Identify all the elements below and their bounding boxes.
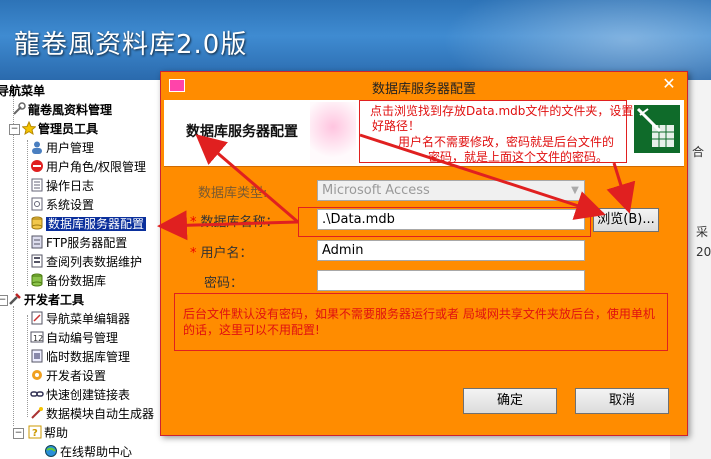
number-icon: 12 <box>30 330 44 344</box>
tree-item-backup-db[interactable]: 备份数据库 <box>30 272 106 290</box>
background-text-2: 采 <box>696 225 709 239</box>
cancel-button[interactable]: 取消 <box>575 388 669 414</box>
tree-item-temp-db[interactable]: 临时数据库管理 <box>30 348 130 366</box>
tree-item-dev-settings[interactable]: 开发者设置 <box>30 367 106 385</box>
tree-item-dev-tools[interactable]: 开发者工具 <box>8 291 84 309</box>
db-name-highlight-box <box>298 207 591 237</box>
background-text-1: 合 <box>692 145 705 159</box>
chevron-down-icon: ▼ <box>571 185 579 196</box>
db-type-combo[interactable]: Microsoft Access ▼ <box>317 180 585 201</box>
settings-doc-icon <box>30 197 44 211</box>
navigation-tree[interactable]: 导航菜单 龍卷風资料管理 − 管理员工具 用户管理 用户角色/权限管理 操作日志… <box>0 80 160 459</box>
close-button[interactable]: ✕ <box>659 75 679 93</box>
backup-db-icon <box>30 273 44 287</box>
password-input[interactable] <box>317 270 585 291</box>
tree-item-system-settings[interactable]: 系统设置 <box>30 196 94 214</box>
tree-item-ftp-config[interactable]: FTP服务器配置 <box>30 234 127 252</box>
tree-item-user-roles[interactable]: 用户角色/权限管理 <box>30 158 146 176</box>
username-input[interactable]: Admin <box>317 240 585 261</box>
tree-item-user-management[interactable]: 用户管理 <box>30 139 94 157</box>
expand-toggle-help[interactable]: − <box>13 428 24 439</box>
temp-db-icon <box>30 349 44 363</box>
background-text-3: 201 <box>696 245 711 259</box>
users-icon <box>30 140 44 154</box>
app-banner: 龍卷風资料库2.0版 <box>0 0 711 80</box>
dialog-titlebar[interactable]: 数据库服务器配置 ✕ <box>161 72 687 99</box>
tools-icon <box>12 102 26 116</box>
banner-shine <box>411 0 711 80</box>
expand-toggle-admin[interactable]: − <box>9 124 20 135</box>
dialog-heading: 数据库服务器配置 <box>186 124 298 140</box>
tree-item-tornado-data[interactable]: 龍卷風资料管理 <box>12 101 112 119</box>
tree-item-admin-tools[interactable]: 管理员工具 <box>21 120 98 138</box>
username-label: * 用户名： <box>190 246 253 261</box>
bottom-note-box <box>174 293 668 351</box>
db-type-label: 数据库类型: <box>198 186 268 201</box>
svg-text:?: ? <box>32 428 38 439</box>
ok-button[interactable]: 确定 <box>463 388 557 414</box>
tree-item-nav-menu-editor[interactable]: 导航菜单编辑器 <box>30 310 130 328</box>
tree-item-auto-number[interactable]: 12 自动编号管理 <box>30 329 118 347</box>
database-icon <box>30 216 44 230</box>
app-title: 龍卷風资料库2.0版 <box>14 30 248 60</box>
close-icon: ✕ <box>662 74 676 93</box>
password-label: 密码： <box>204 276 244 291</box>
user-note-line-1: 用户名不需要修改，密码就是后台文件的 <box>398 135 615 149</box>
gear-icon <box>30 368 44 382</box>
bottom-note-line-2: 的话，这里可以不用配置! <box>183 323 320 337</box>
magic-wand-icon <box>30 406 44 420</box>
no-entry-icon <box>30 159 44 173</box>
database-settings-icon <box>634 105 680 153</box>
tree-item-db-server-config[interactable]: 数据库服务器配置 <box>30 215 147 233</box>
help-icon: ? <box>28 425 42 439</box>
blurred-image <box>310 102 356 164</box>
tree-item-module-generator[interactable]: 数据模块自动生成器 <box>30 405 154 423</box>
tree-item-help[interactable]: ? 帮助 <box>28 424 68 442</box>
browse-note-line-2: 好路径！ <box>372 119 421 133</box>
tree-item-operation-log[interactable]: 操作日志 <box>30 177 94 195</box>
star-icon <box>21 120 37 136</box>
list-icon <box>30 254 44 268</box>
svg-text:12: 12 <box>33 334 43 343</box>
user-note-line-2: 密码，就是上面这个文件的密码。 <box>428 150 609 164</box>
link-icon <box>30 387 44 401</box>
tree-root-label: 导航菜单 <box>0 84 46 98</box>
edit-doc-icon <box>30 311 44 325</box>
tree-item-lookup-maintenance[interactable]: 查阅列表数据维护 <box>30 253 142 271</box>
tree-root[interactable]: 导航菜单 <box>0 82 45 100</box>
browse-button[interactable]: 浏览(B)... <box>593 208 659 232</box>
expand-toggle-dev[interactable]: − <box>0 295 8 306</box>
wrench-icon <box>8 292 22 306</box>
tree-item-online-help[interactable]: 在线帮助中心 <box>44 443 132 459</box>
db-type-value: Microsoft Access <box>322 183 430 198</box>
browse-note-line-1: 点击浏览找到存放Data.mdb文件的文件夹，设置 <box>370 104 634 118</box>
tree-item-quick-link-table[interactable]: 快速创建链接表 <box>30 386 130 404</box>
db-name-label: * 数据库名称： <box>190 215 279 230</box>
bottom-note-line-1: 后台文件默认没有密码，如果不需要服务器运行或者 局域网共享文件夹放后台，使用单机 <box>183 307 655 321</box>
document-icon <box>30 178 44 192</box>
server-icon <box>30 235 44 249</box>
globe-icon <box>44 444 58 458</box>
dialog-title: 数据库服务器配置 <box>371 82 476 97</box>
